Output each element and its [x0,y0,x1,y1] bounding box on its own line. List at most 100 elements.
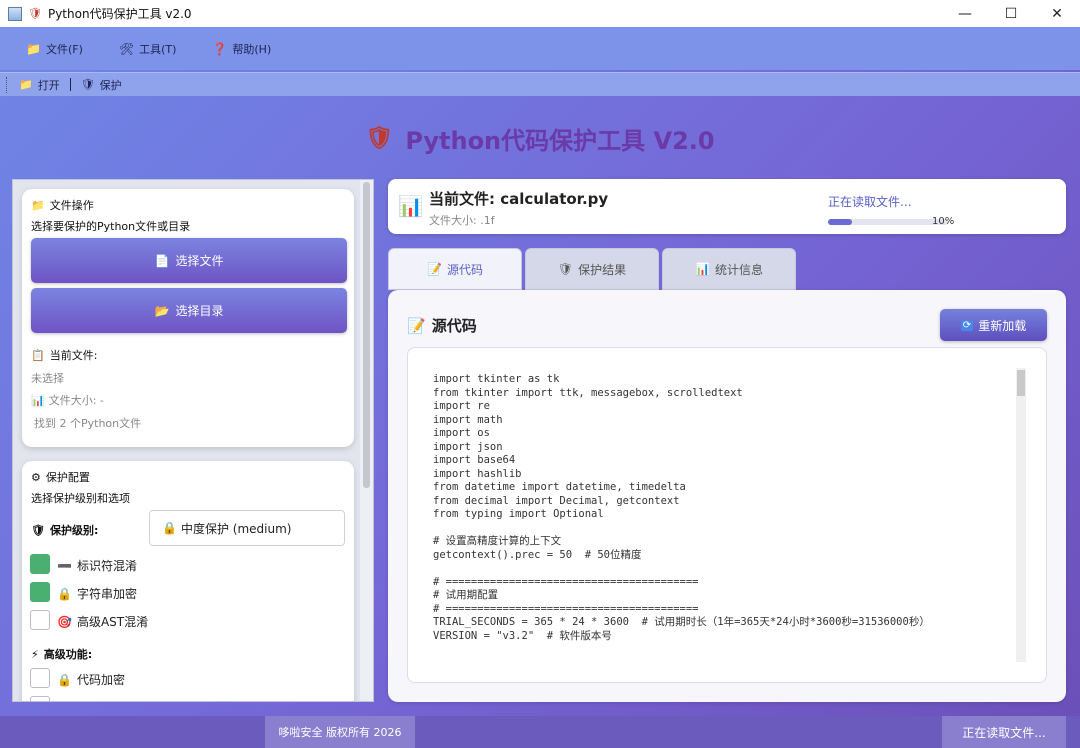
memo-icon: 📝 [427,262,442,276]
advanced-features-heading: ⚡ 高级功能: [31,646,92,662]
protect-level-select[interactable]: 🔒 中度保护 (medium) [149,510,345,546]
folder-icon: 📂 [154,303,170,318]
file-ops-subtitle: 选择要保护的Python文件或目录 [31,220,191,233]
code-line: # ======================================… [433,575,699,588]
protect-button[interactable]: 🛡 保护 [81,77,122,93]
code-encryption-label-row: 🔒 代码加密 [57,671,125,688]
shield-icon: 🛡 [557,262,574,276]
advanced-ast-label: 高级AST混淆 [76,615,149,629]
file-size-value: 文件大小: - [48,394,104,407]
code-line: VERSION = "v3.2" # 软件版本号 [433,629,612,642]
shield-icon: 🛡 [31,523,45,537]
advanced-ast-label-row: 🎯 高级AST混淆 [57,613,148,630]
select-directory-label: 选择目录 [175,304,224,318]
current-file-value: 未选择 [31,372,64,385]
code-encryption-label: 代码加密 [76,673,125,687]
close-button[interactable]: ✕ [1034,0,1080,27]
select-directory-button[interactable]: 📂 选择目录 [31,288,347,333]
folder-icon: 📁 [19,78,33,91]
next-option-checkbox[interactable] [30,696,50,701]
read-progress-percent: 10% [932,216,955,227]
tab-statistics[interactable]: 📊 统计信息 [662,248,796,290]
read-progress-fill [828,219,852,225]
code-line: # 设置高精度计算的上下文 [433,535,562,547]
minimize-button[interactable]: — [942,0,988,27]
protect-label: 保护 [99,78,122,92]
bar-chart-icon: 📊 [31,393,45,407]
code-line: import math [433,413,503,426]
main-area: 📁 文件(F) 🛠 工具(T) ❓ 帮助(H) 📁 打开 🛡 保护 🛡 Pyth… [0,27,1080,748]
string-encryption-checkbox[interactable] [30,582,50,602]
identifier-obfuscation-label: 标识符混淆 [76,559,137,573]
advanced-ast-checkbox[interactable] [30,610,50,630]
current-file-name: 当前文件: calculator.py [429,190,609,208]
code-line: import hashlib [433,467,522,480]
app-title: 🛡 Python代码保护工具 V2.0 [0,121,1080,156]
left-panel-scrollbar[interactable] [360,180,373,701]
code-scroll-thumb[interactable] [1017,370,1025,396]
lock-icon: 🔒 [57,586,72,601]
source-code-textarea[interactable]: import tkinter as tk from tkinter import … [407,347,1047,683]
tab-statistics-label: 统计信息 [714,262,763,277]
tab-protect-result[interactable]: 🛡 保护结果 [525,248,659,290]
minus-icon: ➖ [57,558,72,573]
refresh-icon: ⟳ [960,319,974,331]
folder-icon: 📁 [26,41,41,56]
document-icon: 📄 [154,253,170,268]
status-bar: 哆啦安全 版权所有 2026 正在读取文件... [0,716,1080,748]
tab-source-code[interactable]: 📝 源代码 [388,248,522,290]
open-label: 打开 [37,78,60,92]
bar-chart-icon: 📊 [398,194,423,218]
app-title-text: Python代码保护工具 V2.0 [405,127,715,155]
source-panel-heading-text: 源代码 [431,317,477,335]
toolbar-grip[interactable] [6,76,9,93]
code-encryption-checkbox[interactable] [30,668,50,688]
code-line: getcontext().prec = 50 # 50位精度 [433,548,642,561]
clipboard-icon: 📋 [31,348,45,362]
file-ops-heading: 📁 文件操作 [31,197,94,213]
toolbar: 📁 打开 🛡 保护 [0,72,1080,96]
menu-help-label: 帮助(H) [232,42,272,56]
target-icon: 🎯 [57,614,72,629]
copyright-text: 哆啦安全 版权所有 2026 [265,716,415,748]
code-line: from tkinter import ttk, messagebox, scr… [433,386,743,399]
gear-icon: ⚙ [31,470,41,484]
left-scroll-panel: 📁 文件操作 选择要保护的Python文件或目录 📄 选择文件 📂 选择目录 📋… [12,179,374,702]
protect-config-heading-text: 保护配置 [45,471,90,484]
current-file-size: 文件大小: .1f [429,214,495,227]
menu-file[interactable]: 📁 文件(F) [26,41,83,57]
lightning-icon: ⚡ [31,647,39,661]
protection-config-card: ⚙ 保护配置 选择保护级别和选项 🛡 保护级别: 🔒 中度保护 (medium)… [22,461,354,701]
protect-level-label-row: 🛡 保护级别: [31,522,98,538]
protect-config-heading: ⚙ 保护配置 [31,469,90,485]
maximize-button[interactable]: ☐ [988,0,1034,27]
reload-button[interactable]: ⟳ 重新加载 [940,309,1047,341]
open-button[interactable]: 📁 打开 [19,77,60,93]
source-code-panel: 📝 源代码 ⟳ 重新加载 import tkinter as tk from tk… [388,290,1066,702]
menu-help[interactable]: ❓ 帮助(H) [212,41,271,57]
code-line: from typing import Optional [433,508,604,520]
identifier-obfuscation-label-row: ➖ 标识符混淆 [57,557,137,574]
protect-config-subtitle: 选择保护级别和选项 [31,492,130,505]
read-status-text: 正在读取文件... [828,195,912,209]
tools-icon: 🛠 [118,41,135,56]
code-scrollbar[interactable] [1016,368,1026,662]
identifier-obfuscation-checkbox[interactable] [30,554,50,574]
menu-file-label: 文件(F) [45,42,83,56]
status-text: 正在读取文件... [942,716,1066,748]
shield-icon: 🛡 [80,78,95,91]
protect-level-value: 中度保护 (medium) [180,521,292,536]
source-panel-heading: 📝 源代码 [407,315,477,336]
file-ops-heading-text: 文件操作 [49,199,94,212]
found-files-text: 找到 2 个Python文件 [34,417,142,430]
lock-icon: 🔒 [57,672,72,687]
folder-icon: 📁 [31,198,45,212]
read-progress-bar [828,219,948,225]
app-window-icon [8,6,22,21]
file-size-row: 📊 文件大小: - [31,392,104,408]
select-file-button[interactable]: 📄 选择文件 [31,238,347,283]
reload-label: 重新加载 [978,318,1027,333]
left-panel-scroll-thumb[interactable] [363,182,370,488]
menu-tools[interactable]: 🛠 工具(T) [119,41,177,57]
